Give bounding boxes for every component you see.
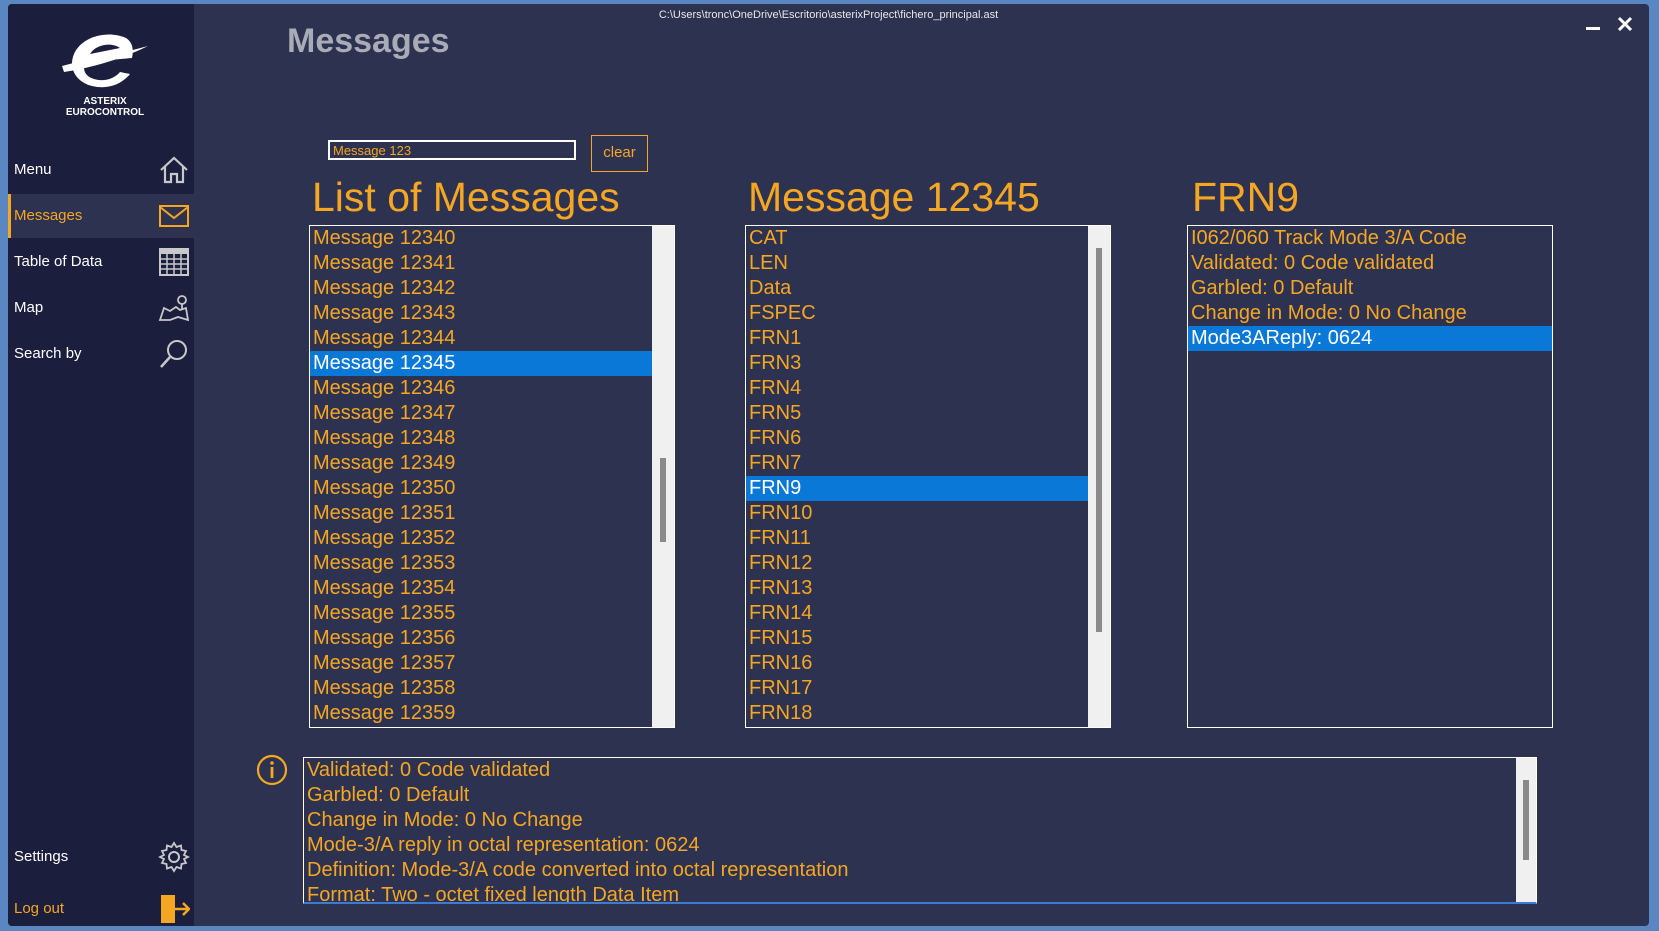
mail-icon — [159, 205, 189, 227]
app-window: C:\Users\tronc\OneDrive\Escritorio\aster… — [8, 4, 1649, 926]
list-item[interactable]: Message 12347 — [310, 401, 652, 426]
list-item[interactable]: Message 12340 — [310, 226, 652, 251]
sidebar-item-label: Messages — [14, 207, 83, 224]
sidebar-item-log-out[interactable]: Log out — [8, 887, 194, 926]
list-item[interactable]: Message 12349 — [310, 451, 652, 476]
logo-mark — [62, 34, 148, 88]
sidebar-item-table-of-data[interactable]: Table of Data — [8, 240, 194, 284]
sidebar-item-label: Settings — [14, 848, 69, 865]
list-item[interactable]: Message 12353 — [310, 551, 652, 576]
detail-line: Validated: 0 Code validated — [307, 759, 551, 781]
list-item[interactable]: LEN — [746, 251, 1088, 276]
sidebar-item-search-by[interactable]: Search by — [8, 332, 194, 376]
messages-list-header: List of Messages — [312, 174, 620, 220]
list-item[interactable]: Message 12358 — [310, 676, 652, 701]
list-item[interactable]: FRN15 — [746, 626, 1088, 651]
home-icon — [160, 156, 188, 184]
sidebar-item-label: Map — [14, 299, 44, 316]
list-item[interactable]: Message 12350 — [310, 476, 652, 501]
sidebar-item-label: Log out — [14, 900, 65, 917]
page-title: Messages — [287, 22, 450, 60]
list-item[interactable]: FRN17 — [746, 676, 1088, 701]
list-item[interactable]: FRN16 — [746, 651, 1088, 676]
close-icon[interactable] — [1615, 14, 1635, 34]
list-item[interactable]: Message 12352 — [310, 526, 652, 551]
sidebar-item-messages[interactable]: Messages — [8, 194, 194, 238]
list-item[interactable]: FRN4 — [746, 376, 1088, 401]
list-item[interactable]: Message 12359 — [310, 701, 652, 726]
list-item[interactable]: Message 12357 — [310, 651, 652, 676]
list-item[interactable]: FRN3 — [746, 351, 1088, 376]
list-item[interactable]: FRN10 — [746, 501, 1088, 526]
list-item[interactable]: FRN6 — [746, 426, 1088, 451]
list-item[interactable]: FRN14 — [746, 601, 1088, 626]
list-item[interactable]: FRN11 — [746, 526, 1088, 551]
eurocontrol-logo: ASTERIX EUROCONTROL — [60, 32, 150, 122]
scrollbar-thumb[interactable] — [660, 458, 666, 542]
scrollbar[interactable] — [1088, 226, 1110, 727]
list-item[interactable]: Data — [746, 276, 1088, 301]
detail-line: Garbled: 0 Default — [307, 784, 470, 806]
list-item[interactable]: Message 12344 — [310, 326, 652, 351]
sidebar-item-label: Table of Data — [14, 253, 103, 270]
list-item[interactable]: I062/060 Track Mode 3/A Code — [1188, 226, 1552, 251]
detail-line: Format: Two - octet fixed length Data It… — [307, 884, 680, 904]
list-item[interactable]: Message 12355 — [310, 601, 652, 626]
scrollbar[interactable] — [1516, 758, 1536, 902]
list-item[interactable]: FRN12 — [746, 551, 1088, 576]
gear-icon — [158, 841, 190, 873]
list-item[interactable]: FSPEC — [746, 301, 1088, 326]
details-text-box[interactable]: Validated: 0 Code validated Garbled: 0 De… — [303, 757, 1537, 904]
info-icon — [256, 754, 288, 786]
scrollbar[interactable] — [652, 226, 674, 727]
messages-list[interactable]: Message 12340 Message 12341 Message 12342 M… — [309, 225, 675, 728]
sidebar-item-menu[interactable]: Menu — [8, 148, 194, 192]
scrollbar-thumb[interactable] — [1523, 780, 1529, 860]
values-list-header: FRN9 — [1192, 174, 1300, 220]
sidebar-item-map[interactable]: Map — [8, 286, 194, 330]
list-item[interactable]: CAT — [746, 226, 1088, 251]
list-item[interactable]: Message 12351 — [310, 501, 652, 526]
list-item[interactable]: FRN1 — [746, 326, 1088, 351]
list-item[interactable]: FRN7 — [746, 451, 1088, 476]
file-path: C:\Users\tronc\OneDrive\Escritorio\aster… — [658, 9, 999, 21]
list-item[interactable]: FRN13 — [746, 576, 1088, 601]
logo-text-eurocontrol: EUROCONTROL — [65, 107, 145, 118]
scrollbar-thumb[interactable] — [1096, 248, 1102, 632]
detail-line: Change in Mode: 0 No Change — [307, 809, 583, 831]
detail-line: Definition: Mode-3/A code converted into… — [307, 859, 849, 881]
detail-line: Mode-3/A reply in octal representation: … — [307, 834, 700, 856]
minimize-icon[interactable] — [1583, 14, 1603, 34]
sidebar-item-label: Menu — [14, 161, 52, 178]
list-item[interactable]: FRN9 — [746, 476, 1088, 501]
list-item[interactable]: Garbled: 0 Default — [1188, 276, 1552, 301]
clear-button[interactable]: clear — [591, 135, 648, 172]
list-item[interactable]: Mode3AReply: 0624 — [1188, 326, 1552, 351]
list-item[interactable]: Validated: 0 Code validated — [1188, 251, 1552, 276]
list-item[interactable]: FRN18 — [746, 701, 1088, 726]
fields-list[interactable]: CAT LEN Data FSPEC FRN1 FRN3 FRN4 FRN5 FRN6 FRN7 F… — [745, 225, 1111, 728]
list-item[interactable]: Message 12343 — [310, 301, 652, 326]
list-item[interactable]: Message 12348 — [310, 426, 652, 451]
list-item[interactable]: Message 12354 — [310, 576, 652, 601]
list-item[interactable]: Message 12356 — [310, 626, 652, 651]
sidebar-item-label: Search by — [14, 345, 82, 362]
fields-list-header: Message 12345 — [748, 174, 1040, 220]
map-icon — [158, 295, 190, 322]
list-item[interactable]: Message 12342 — [310, 276, 652, 301]
search-input[interactable] — [328, 140, 576, 160]
table-icon — [159, 248, 189, 276]
list-item[interactable]: Message 12341 — [310, 251, 652, 276]
list-item[interactable]: Message 12345 — [310, 351, 652, 376]
list-item[interactable]: Message 12346 — [310, 376, 652, 401]
list-item[interactable]: Change in Mode: 0 No Change — [1188, 301, 1552, 326]
list-item[interactable]: FRN5 — [746, 401, 1088, 426]
values-list[interactable]: I062/060 Track Mode 3/A Code Validated: 0… — [1187, 225, 1553, 728]
search-icon — [160, 340, 187, 368]
sidebar-item-settings[interactable]: Settings — [8, 835, 194, 879]
exit-icon — [161, 895, 190, 923]
logo-text-asterix: ASTERIX — [83, 96, 127, 107]
sidebar: ASTERIX EUROCONTROL Menu Messages Table … — [8, 4, 194, 926]
